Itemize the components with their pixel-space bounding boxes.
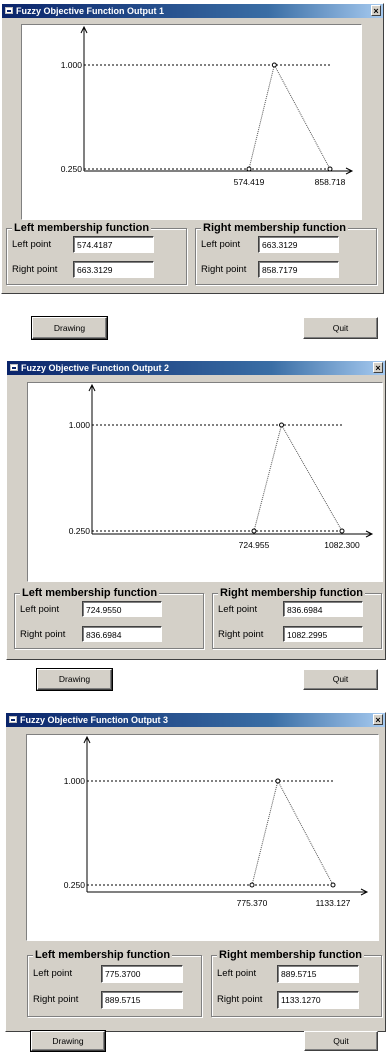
y-tick-label-bottom: 0.250	[64, 880, 86, 890]
left-point-field[interactable]: 775.3700	[101, 965, 183, 983]
right-point-field[interactable]: 1082.2995	[283, 626, 363, 642]
window-title: Fuzzy Objective Function Output 1	[16, 6, 165, 16]
right-point-label: Right point	[217, 994, 263, 1005]
y-tick-label-bottom: 0.250	[69, 526, 91, 536]
x-tick-label-right: 858.718	[315, 177, 346, 187]
x-tick-label-left: 775.370	[237, 898, 268, 908]
left-group-title: Left membership function	[33, 948, 173, 962]
left-point-label: Left point	[217, 968, 257, 979]
quit-button[interactable]: Quit	[304, 1031, 378, 1051]
left-membership-line	[253, 424, 283, 532]
close-button[interactable]: ×	[373, 362, 383, 373]
x-tick-label-right: 1133.127	[316, 898, 351, 908]
membership-chart: 1.000 0.250 775.370 1133.127	[64, 735, 369, 908]
data-point-right	[339, 528, 345, 534]
right-point-field[interactable]: 858.7179	[258, 261, 339, 278]
data-point-right	[330, 882, 336, 888]
right-point-field[interactable]: 889.5715	[101, 991, 183, 1009]
y-tick-label-bottom: 0.250	[61, 164, 83, 174]
title-bar[interactable]: Fuzzy Objective Function Output 2 ×	[7, 361, 385, 375]
membership-plot: 1.000 0.250 724.955 1082.300	[27, 382, 383, 582]
left-point-label: Left point	[201, 239, 241, 250]
drawing-button[interactable]: Drawing	[31, 316, 108, 340]
left-point-field[interactable]: 663.3129	[258, 236, 339, 253]
x-tick-label-left: 724.955	[239, 540, 270, 550]
y-tick-label-top: 1.000	[64, 776, 86, 786]
left-point-field[interactable]: 724.9550	[82, 601, 162, 617]
right-membership-line	[277, 780, 334, 886]
left-point-field[interactable]: 574.4187	[73, 236, 154, 253]
membership-chart: 1.000 0.250 724.955 1082.300	[69, 383, 374, 550]
right-membership-line	[273, 64, 331, 170]
window-icon[interactable]	[10, 364, 18, 371]
data-point-right	[327, 166, 333, 172]
x-tick-label-right: 1082.300	[324, 540, 360, 550]
left-group-title: Left membership function	[20, 586, 160, 600]
right-point-field[interactable]: 836.6984	[82, 626, 162, 642]
right-membership-group: Right membership function Left point 836…	[212, 586, 382, 649]
left-point-field[interactable]: 836.6984	[283, 601, 363, 617]
close-button[interactable]: ×	[371, 5, 381, 16]
right-point-label: Right point	[33, 994, 79, 1005]
window-icon[interactable]	[9, 716, 17, 723]
left-point-field[interactable]: 889.5715	[277, 965, 359, 983]
data-point-peak	[275, 778, 281, 784]
data-point-peak	[271, 62, 277, 68]
window-title: Fuzzy Objective Function Output 3	[20, 715, 169, 725]
left-point-label: Left point	[12, 239, 52, 250]
right-point-label: Right point	[12, 264, 58, 275]
output-window-2: Fuzzy Objective Function Output 2 × 1.00…	[6, 360, 386, 660]
right-point-field[interactable]: 1133.1270	[277, 991, 359, 1009]
right-point-field[interactable]: 663.3129	[73, 261, 154, 278]
right-point-label: Right point	[20, 629, 66, 640]
title-bar[interactable]: Fuzzy Objective Function Output 3 ×	[6, 713, 385, 727]
right-membership-group: Right membership function Left point 663…	[195, 221, 377, 285]
left-point-label: Left point	[33, 968, 73, 979]
membership-plot: 1.000 0.250 775.370 1133.127	[26, 734, 379, 941]
data-point-left	[246, 166, 252, 172]
left-membership-group: Left membership function Left point 574.…	[6, 221, 187, 285]
window-title: Fuzzy Objective Function Output 2	[21, 363, 170, 373]
close-button[interactable]: ×	[373, 714, 383, 725]
window-icon[interactable]	[5, 7, 13, 14]
left-membership-group: Left membership function Left point 775.…	[27, 948, 202, 1017]
output-window-1: Fuzzy Objective Function Output 1 × 1.00…	[1, 3, 384, 294]
left-membership-line	[248, 64, 275, 170]
x-tick-label-left: 574.419	[234, 177, 265, 187]
right-membership-group: Right membership function Left point 889…	[211, 948, 382, 1017]
left-point-label: Left point	[218, 604, 258, 615]
drawing-button[interactable]: Drawing	[36, 668, 113, 691]
right-group-title: Right membership function	[218, 586, 365, 600]
y-tick-label-top: 1.000	[69, 420, 91, 430]
drawing-button[interactable]: Drawing	[30, 1030, 106, 1052]
output-window-3: Fuzzy Objective Function Output 3 × 1.00…	[5, 712, 386, 1032]
membership-plot: 1.000 0.250 574.419 858.718	[21, 24, 362, 220]
quit-button[interactable]: Quit	[303, 669, 378, 690]
quit-button[interactable]: Quit	[303, 317, 378, 339]
right-group-title: Right membership function	[217, 948, 364, 962]
y-tick-label-top: 1.000	[61, 60, 83, 70]
right-point-label: Right point	[218, 629, 264, 640]
left-point-label: Left point	[20, 604, 60, 615]
right-membership-line	[281, 424, 343, 532]
data-point-left	[251, 528, 257, 534]
membership-chart: 1.000 0.250 574.419 858.718	[61, 25, 354, 187]
right-group-title: Right membership function	[201, 221, 348, 235]
data-point-left	[249, 882, 255, 888]
left-group-title: Left membership function	[12, 221, 152, 235]
left-membership-group: Left membership function Left point 724.…	[14, 586, 204, 649]
title-bar[interactable]: Fuzzy Objective Function Output 1 ×	[2, 4, 383, 18]
right-point-label: Right point	[201, 264, 247, 275]
left-membership-line	[251, 780, 279, 886]
data-point-peak	[279, 422, 285, 428]
